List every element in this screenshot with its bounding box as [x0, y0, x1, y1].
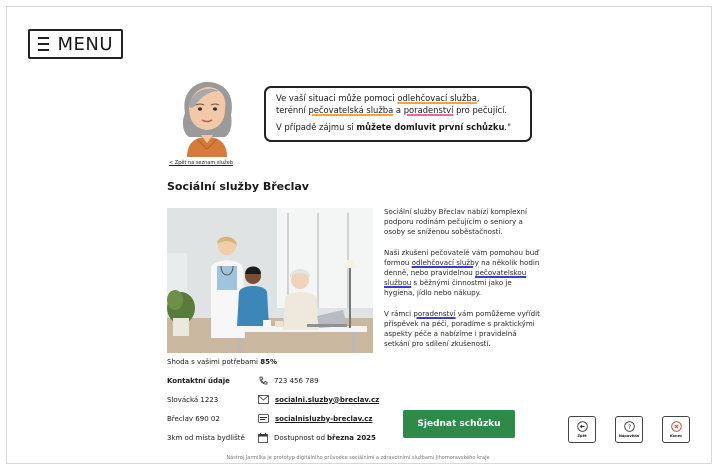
counseling-link[interactable]: poradenství — [413, 309, 455, 318]
calendar-icon — [258, 433, 268, 443]
back-to-services-link[interactable]: < Zpět na seznam služeb — [169, 160, 233, 166]
counseling-link[interactable]: poradenství — [404, 105, 454, 115]
bubble-bold-text: můžete domluvit první schůzku — [356, 122, 505, 132]
email-row: socialni.sluzby@breclav.cz — [258, 395, 379, 404]
web-icon — [258, 414, 269, 423]
bubble-text: Ve vaší situaci může pomoci — [276, 93, 398, 103]
care-service-link[interactable]: pečovatelská služba — [308, 105, 393, 115]
address-city: Břeclav 690 02 — [167, 415, 220, 423]
advisor-speech-bubble: Ve vaší situaci může pomoci odlehčovací … — [264, 86, 532, 142]
availability-row: Dostupnost od března 2025 — [258, 433, 376, 443]
bubble-text: pro pečující. — [453, 105, 508, 115]
match-score: Shoda s vašimi potřebami 85% — [167, 358, 277, 366]
respite-care-link[interactable]: odlehčovací služby — [412, 258, 479, 267]
service-description: Sociální služby Břeclav nabízí komplexní… — [384, 207, 540, 359]
book-meeting-button[interactable]: Sjednat schůzku — [403, 410, 515, 438]
service-photo — [167, 208, 373, 353]
end-button[interactable]: Konec — [662, 416, 690, 443]
back-button[interactable]: Zpět — [568, 416, 596, 443]
page-title: Sociální služby Břeclav — [167, 180, 309, 193]
web-row: socialnisluzby-breclav.cz — [258, 414, 373, 423]
address-street: Slovácká 1223 — [167, 396, 219, 404]
help-icon: ? — [623, 421, 635, 432]
footer-note: Nástroj Jarmilka je prototyp digitálního… — [226, 455, 490, 461]
bubble-text: , — [476, 93, 480, 103]
bubble-text: V případě zájmu si — [276, 122, 357, 132]
match-label: Shoda s vašimi potřebami — [167, 358, 261, 366]
menu-label: MENU — [57, 33, 113, 55]
hamburger-icon — [38, 37, 50, 51]
bubble-text: terénní — [276, 105, 309, 115]
phone-icon — [259, 376, 268, 385]
phone-number[interactable]: 723 456 789 — [274, 377, 319, 385]
respite-care-link[interactable]: odlehčovací služba — [397, 93, 476, 103]
distance-info: 3km od místa bydliště — [167, 434, 245, 442]
help-button-label: Nápověda — [618, 434, 640, 438]
email-link[interactable]: socialni.sluzby@breclav.cz — [275, 396, 379, 404]
contact-heading: Kontaktní údaje — [167, 377, 230, 385]
arrow-left-icon — [576, 421, 588, 432]
close-icon — [670, 421, 682, 432]
help-button[interactable]: ? Nápověda — [615, 416, 643, 443]
menu-button[interactable]: MENU — [28, 29, 123, 59]
website-link[interactable]: socialnisluzby-breclav.cz — [275, 415, 373, 423]
bubble-text: ." — [504, 122, 511, 132]
phone-row: 723 456 789 — [258, 376, 319, 386]
mail-icon — [258, 395, 269, 404]
availability-label: Dostupnost od — [274, 434, 326, 442]
match-value: 85% — [260, 358, 277, 366]
back-button-label: Zpět — [577, 434, 587, 438]
end-button-label: Konec — [669, 434, 683, 438]
bubble-text: a — [393, 105, 404, 115]
availability-date: března 2025 — [327, 434, 376, 442]
description-paragraph-1: Sociální služby Břeclav nabízí komplexní… — [384, 207, 528, 237]
description-text: V rámci — [384, 308, 414, 318]
advisor-avatar — [167, 77, 247, 157]
svg-text:?: ? — [627, 423, 630, 431]
